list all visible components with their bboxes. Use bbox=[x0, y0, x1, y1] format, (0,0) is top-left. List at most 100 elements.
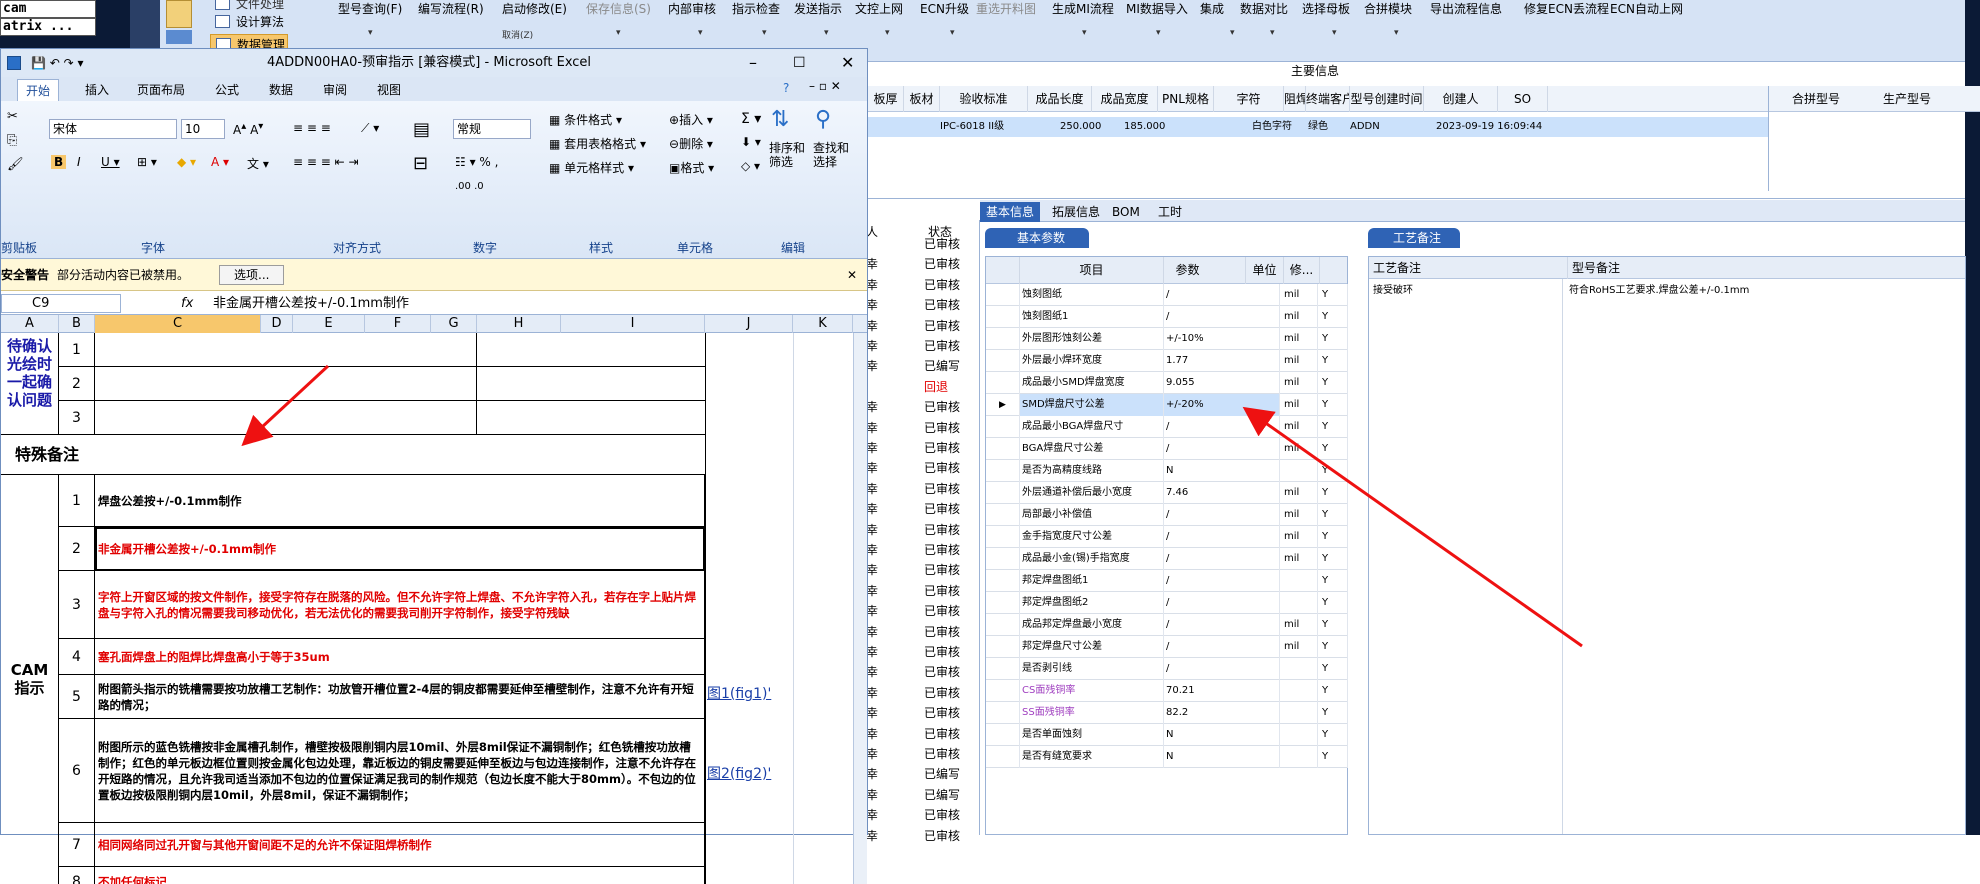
grid-column-header[interactable]: 验收标准 bbox=[940, 86, 1028, 112]
grid-column-header[interactable]: 合拼型号 bbox=[1776, 86, 1856, 112]
column-header[interactable]: D bbox=[261, 315, 293, 333]
param-value[interactable]: 70.21 bbox=[1164, 680, 1280, 702]
grid-column-header[interactable]: 成品宽度 bbox=[1092, 86, 1158, 112]
list-item-status[interactable]: 已审核 bbox=[924, 560, 960, 580]
cam-instruction-cell[interactable]: 相同网络同过孔开窗与其他开窗间距不足的允许不保证阻焊桥制作 bbox=[95, 823, 705, 867]
list-item-status[interactable]: 已审核 bbox=[924, 540, 960, 560]
list-item-status[interactable]: 已审核 bbox=[924, 295, 960, 315]
grid-column-header[interactable]: PNL规格 bbox=[1158, 86, 1214, 112]
param-flag[interactable]: Y bbox=[1318, 504, 1348, 526]
grid-column-header[interactable]: 成品长度 bbox=[1028, 86, 1092, 112]
cam-instruction-cell[interactable]: 附图箭头指示的铣槽需要按功放槽工艺制作：功放管开槽位置2-4层的铜皮都需要延伸至… bbox=[95, 675, 705, 719]
wrap-text-icon[interactable]: ▤ bbox=[413, 119, 430, 140]
param-flag[interactable]: Y bbox=[1318, 482, 1348, 504]
param-value[interactable]: / bbox=[1164, 504, 1280, 526]
param-row[interactable]: SS面残铜率82.2Y bbox=[986, 702, 1347, 724]
fig2-link[interactable]: 图2(fig2)' bbox=[707, 763, 771, 783]
param-row[interactable]: ▶SMD焊盘尺寸公差+/-20%milY bbox=[986, 394, 1347, 416]
menu-item[interactable]: MI数据导入 bbox=[1126, 0, 1188, 17]
param-flag[interactable]: Y bbox=[1318, 460, 1348, 482]
excel-app-icon[interactable] bbox=[7, 56, 21, 70]
minimize-icon[interactable]: – bbox=[749, 49, 757, 77]
special-note-label[interactable]: 特殊备注 bbox=[1, 435, 705, 475]
cam-instruction-cell[interactable]: 非金属开槽公差按+/-0.1mm制作 bbox=[95, 527, 705, 571]
param-flag[interactable]: Y bbox=[1318, 328, 1348, 350]
cell-style-button[interactable]: ▦ 单元格样式 ▾ bbox=[549, 159, 634, 176]
background-app-label-1[interactable]: cam bbox=[0, 0, 96, 18]
save-icon[interactable]: 💾 ↶ ↷ ▾ bbox=[31, 49, 84, 77]
list-item-status[interactable]: 已审核 bbox=[924, 458, 960, 478]
tab-process-notes[interactable]: 工艺备注 bbox=[1368, 228, 1460, 248]
param-row[interactable]: 成品邦定焊盘最小宽度/milY bbox=[986, 614, 1347, 636]
param-value[interactable]: / bbox=[1164, 592, 1280, 614]
list-item-status[interactable]: 已审核 bbox=[924, 499, 960, 519]
list-item-status[interactable]: 已审核 bbox=[924, 703, 960, 723]
find-select-icon[interactable]: ⚲ bbox=[815, 107, 831, 132]
border-icon[interactable]: ⊞ ▾ bbox=[137, 155, 157, 169]
param-value[interactable]: +/-10% bbox=[1164, 328, 1280, 350]
param-row[interactable]: 外层通道补偿后最小宽度7.46milY bbox=[986, 482, 1347, 504]
list-item-status[interactable]: 已审核 bbox=[924, 336, 960, 356]
param-value[interactable]: N bbox=[1164, 724, 1280, 746]
param-row[interactable]: 外层最小焊环宽度1.77milY bbox=[986, 350, 1347, 372]
menu-item[interactable]: 修复ECN丢流程 bbox=[1524, 0, 1609, 17]
phonetic-icon[interactable]: 文 ▾ bbox=[247, 155, 269, 172]
param-value[interactable]: 9.055 bbox=[1164, 372, 1280, 394]
param-flag[interactable]: Y bbox=[1318, 570, 1348, 592]
param-value[interactable]: +/-20% bbox=[1164, 394, 1280, 416]
param-flag[interactable]: Y bbox=[1318, 658, 1348, 680]
menu-item[interactable]: 保存信息(S) bbox=[586, 0, 651, 17]
bold-button[interactable]: B bbox=[51, 155, 66, 169]
param-value[interactable]: / bbox=[1164, 548, 1280, 570]
column-header[interactable]: F bbox=[365, 315, 431, 333]
table-format-button[interactable]: ▦ 套用表格格式 ▾ bbox=[549, 135, 646, 152]
param-value[interactable]: N bbox=[1164, 460, 1280, 482]
menu-item[interactable]: 编写流程(R) bbox=[418, 0, 484, 17]
param-column-header[interactable]: 修... bbox=[1284, 257, 1320, 284]
param-flag[interactable]: Y bbox=[1318, 614, 1348, 636]
ribbon-tab[interactable]: 审阅 bbox=[315, 79, 355, 101]
menu-dropdown[interactable]: ▾ bbox=[1270, 28, 1275, 38]
param-value[interactable]: / bbox=[1164, 570, 1280, 592]
list-item-status[interactable]: 已审核 bbox=[924, 438, 960, 458]
menu-item[interactable]: 型号查询(F) bbox=[338, 0, 402, 17]
list-item-status[interactable]: 已审核 bbox=[924, 601, 960, 621]
list-item-status[interactable]: 已编写 bbox=[924, 356, 960, 376]
menu-dropdown[interactable]: ▾ bbox=[616, 28, 621, 38]
menu-item[interactable]: 选择母板 bbox=[1302, 0, 1350, 17]
param-flag[interactable]: Y bbox=[1318, 592, 1348, 614]
param-value[interactable]: / bbox=[1164, 526, 1280, 548]
param-row[interactable]: 局部最小补偿值/milY bbox=[986, 504, 1347, 526]
list-item-status[interactable]: 已审核 bbox=[924, 642, 960, 662]
menu-item[interactable]: 集成 bbox=[1200, 0, 1224, 17]
underline-button[interactable]: U ▾ bbox=[101, 155, 120, 169]
column-header[interactable]: E bbox=[293, 315, 365, 333]
column-header[interactable]: G bbox=[431, 315, 477, 333]
param-row[interactable]: 是否有缝宽要求NY bbox=[986, 746, 1347, 768]
decimal-icon[interactable]: .00 .0 bbox=[455, 181, 484, 192]
grid-column-header[interactable]: 型号创建时间 bbox=[1350, 86, 1424, 112]
grid-column-header[interactable]: 终端客户代码 bbox=[1306, 86, 1350, 112]
menu-dropdown[interactable]: ▾ bbox=[1230, 28, 1235, 38]
help-icon[interactable]: ? bbox=[783, 81, 789, 95]
param-flag[interactable]: Y bbox=[1318, 746, 1348, 768]
param-value[interactable]: / bbox=[1164, 636, 1280, 658]
detail-tab[interactable]: BOM bbox=[1106, 202, 1146, 222]
menu-dropdown[interactable]: ▾ bbox=[1082, 28, 1087, 38]
ribbon-tab[interactable]: 插入 bbox=[77, 79, 117, 101]
param-flag[interactable]: Y bbox=[1318, 680, 1348, 702]
window-controls-icon[interactable]: – ▫ ✕ bbox=[809, 79, 841, 93]
menu-dropdown[interactable]: ▾ bbox=[368, 28, 373, 38]
param-value[interactable]: / bbox=[1164, 416, 1280, 438]
list-item-status[interactable]: 已审核 bbox=[924, 275, 960, 295]
grid-column-header[interactable]: 板材 bbox=[904, 86, 940, 112]
fill-icon[interactable]: ⬇ ▾ bbox=[741, 135, 761, 149]
param-row[interactable]: 邦定焊盘图纸1/Y bbox=[986, 570, 1347, 592]
ribbon-tab[interactable]: 数据 bbox=[261, 79, 301, 101]
list-item-status[interactable]: 已审核 bbox=[924, 622, 960, 642]
format-cells-button[interactable]: ▣格式 ▾ bbox=[669, 159, 714, 176]
param-row[interactable]: 邦定焊盘图纸2/Y bbox=[986, 592, 1347, 614]
menu-item[interactable]: 文控上网 bbox=[855, 0, 903, 17]
param-flag[interactable]: Y bbox=[1318, 548, 1348, 570]
insert-cells-button[interactable]: ⊕插入 ▾ bbox=[669, 111, 713, 128]
